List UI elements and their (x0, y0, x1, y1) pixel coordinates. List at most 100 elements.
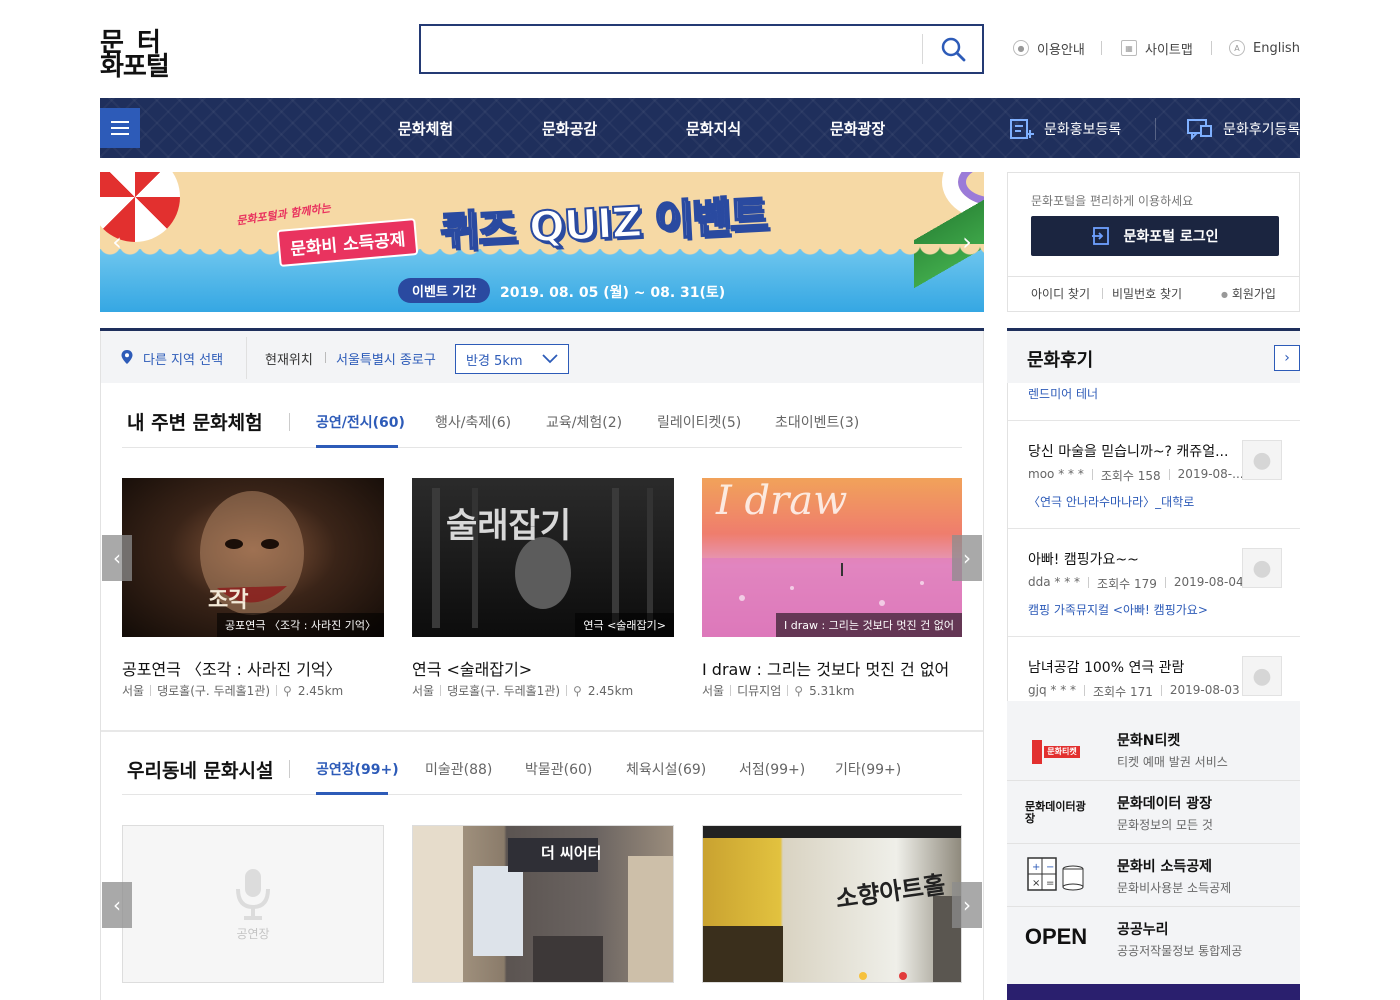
service-title: 문화N티켓 (1117, 733, 1181, 749)
location-pin-icon (121, 350, 133, 364)
nav-item-plaza[interactable]: 문화광장 (830, 118, 885, 139)
svg-text:−: − (1046, 862, 1054, 873)
review-divider (1008, 420, 1300, 421)
event-region: 서울 (702, 684, 725, 698)
review-views: 조회수 158 (1100, 469, 1161, 483)
tab-museum[interactable]: 박물관(60) (525, 759, 592, 779)
review-title[interactable]: 당신 마술을 믿습니까~? 캐쥬얼... (1028, 441, 1238, 461)
event-distance: 2.45km (587, 683, 634, 698)
poster-caption: 공포연극 〈조각 : 사라진 기억〉 (216, 613, 384, 637)
sitemap-grid-icon: ▦ (1121, 40, 1137, 56)
all-menu-button[interactable] (100, 108, 140, 148)
current-location-label: 현재위치 (265, 353, 313, 368)
nav-item-knowledge[interactable]: 문화지식 (686, 118, 741, 139)
service-desc: 티켓 예매 발권 서비스 (1117, 755, 1228, 769)
event-distance: 5.31km (809, 683, 855, 698)
event-poster[interactable]: 조각 공포연극 〈조각 : 사라진 기억〉 (122, 478, 384, 637)
nearby-next-button[interactable]: › (952, 535, 982, 581)
chevron-left-icon: ‹ (113, 893, 121, 917)
tab-sports[interactable]: 체육시설(69) (626, 759, 706, 779)
service-title: 공공누리 (1117, 922, 1169, 938)
event-title[interactable]: 공포연극 〈조각 : 사라진 기억〉 (122, 656, 342, 680)
chevron-left-icon: ‹ (112, 228, 122, 256)
service-item-nticket[interactable]: 문화티켓 문화N티켓 티켓 예매 발권 서비스 (1007, 717, 1300, 780)
tab-festival[interactable]: 행사/축제(6) (435, 412, 511, 432)
tab-etc[interactable]: 기타(99+) (835, 759, 901, 779)
nav-item-empathy[interactable]: 문화공감 (542, 118, 597, 139)
facilities-next-button[interactable]: › (952, 882, 982, 928)
review-date: 2019-08-03 (1169, 683, 1240, 697)
bottom-promo-banner[interactable] (1007, 984, 1300, 1000)
facility-placeholder-card[interactable]: 공연장 (122, 825, 384, 983)
event-region: 서울 (412, 684, 435, 698)
review-register-link[interactable]: 문화후기등록 (1187, 118, 1300, 140)
util-link-sitemap[interactable]: ▦ 사이트맵 (1121, 38, 1193, 58)
event-banner[interactable]: 문화포털과 함께하는 문화비 소득공제 퀴즈 QUIZ 이벤트 이벤트 기간 2… (100, 172, 984, 312)
svg-text:=: = (1046, 878, 1054, 889)
facility-photo-card[interactable]: 소향아트홀 (702, 825, 962, 983)
service-item-tax-deduction[interactable]: + − × = 문화비 소득공제 문화비사용분 소득공제 (1007, 843, 1300, 906)
section-divider (101, 730, 983, 732)
service-links: 문화티켓 문화N티켓 티켓 예매 발권 서비스 문화데이터광장 문화데이터 광장… (1007, 701, 1300, 1000)
tab-invite-event[interactable]: 초대이벤트(3) (775, 412, 859, 432)
reviews-more-button[interactable]: › (1274, 345, 1300, 371)
tab-relay-ticket[interactable]: 릴레이티켓(5) (657, 412, 741, 432)
review-title[interactable]: 아빠! 캠핑가요~~ (1028, 549, 1238, 569)
util-divider (1101, 41, 1102, 55)
other-region-link[interactable]: 다른 지역 선택 (143, 349, 223, 368)
signup-link[interactable]: ● 회원가입 (1221, 285, 1276, 302)
event-title[interactable]: I draw : 그리는 것보다 멋진 건 없어 (702, 656, 949, 680)
poster-text: 조각 (208, 588, 249, 613)
event-title[interactable]: 연극 <술래잡기> (412, 656, 532, 680)
location-label-divider (325, 352, 326, 363)
login-button[interactable]: 문화포털 로그인 (1031, 216, 1279, 256)
event-meta: 서울 댕로홀(구. 두레홀1관) ⚲ 2.45km (412, 682, 633, 699)
poster-text: I draw (716, 478, 848, 524)
util-link-guide[interactable]: ● 이용안내 (1013, 38, 1085, 58)
login-divider (1007, 276, 1300, 277)
facilities-prev-button[interactable]: ‹ (102, 882, 132, 928)
data-plaza-logo-icon: 문화데이터광장 (1025, 799, 1086, 825)
avatar: ● (1242, 548, 1282, 588)
promo-register-link[interactable]: 문화홍보등록 (1010, 118, 1121, 140)
facilities-section-title: 우리동네 문화시설 (127, 760, 274, 782)
review-subject[interactable]: 캠핑 가족뮤지컬 <아빠! 캠핑가요> (1028, 601, 1208, 618)
logo-line-2: 화포털 (100, 52, 170, 82)
site-logo[interactable]: 문 터 화포털 (100, 22, 190, 82)
find-password-link[interactable]: 비밀번호 찾기 (1112, 285, 1182, 302)
event-poster[interactable]: 술래잡기 연극 <술래잡기> (412, 478, 674, 637)
service-item-kogl[interactable]: OPEN 공공누리 공공저작물정보 통합제공 (1007, 906, 1300, 969)
poster-caption: I draw : 그리는 것보다 멋진 건 없어 (776, 613, 962, 637)
event-venue: 디뮤지엄 (737, 684, 782, 698)
tab-bookstore[interactable]: 서점(99+) (739, 759, 805, 779)
tab-rule (122, 794, 962, 795)
event-venue: 댕로홀(구. 두레홀1관) (157, 684, 271, 698)
radius-select[interactable]: 반경 5km (455, 344, 569, 374)
tab-performance[interactable]: 공연/전시(60) (316, 412, 405, 432)
review-user: dda * * * (1028, 575, 1081, 589)
util-link-english[interactable]: A English (1229, 38, 1300, 58)
review-subject[interactable]: 〈연극 안나라수마나라〉_대학로 (1028, 493, 1194, 510)
user-placeholder-icon: ● (1252, 555, 1272, 581)
current-location-value: 서울특별시 종로구 (336, 353, 436, 368)
tab-art-gallery[interactable]: 미술관(88) (425, 759, 492, 779)
review-subject[interactable]: 렌드미어 테너 (1028, 385, 1098, 402)
nav-item-experience[interactable]: 문화체험 (398, 118, 453, 139)
review-user: gjq * * * (1028, 683, 1077, 697)
facility-photo-card[interactable]: 더 씨어터 (412, 825, 674, 983)
banner-next-button[interactable]: › (952, 217, 982, 267)
event-poster[interactable]: I draw I draw : 그리는 것보다 멋진 건 없어 (702, 478, 962, 637)
tab-theater[interactable]: 공연장(99+) (316, 759, 399, 779)
nearby-prev-button[interactable]: ‹ (102, 535, 132, 581)
search-input[interactable] (419, 24, 984, 74)
review-title[interactable]: 남녀공감 100% 연극 관람 (1028, 657, 1238, 677)
find-id-link[interactable]: 아이디 찾기 (1031, 285, 1090, 302)
chevron-right-icon: › (1284, 350, 1290, 366)
service-item-data-plaza[interactable]: 문화데이터광장 문화데이터 광장 문화정보의 모든 것 (1007, 780, 1300, 843)
search-button[interactable] (930, 30, 976, 68)
banner-prev-button[interactable]: ‹ (102, 217, 132, 267)
tab-education[interactable]: 교육/체험(2) (546, 412, 622, 432)
banner-period: 2019. 08. 05 (월) ~ 08. 31(토) (500, 285, 726, 301)
review-user: moo * * * (1028, 467, 1084, 481)
login-icon (1092, 227, 1110, 245)
